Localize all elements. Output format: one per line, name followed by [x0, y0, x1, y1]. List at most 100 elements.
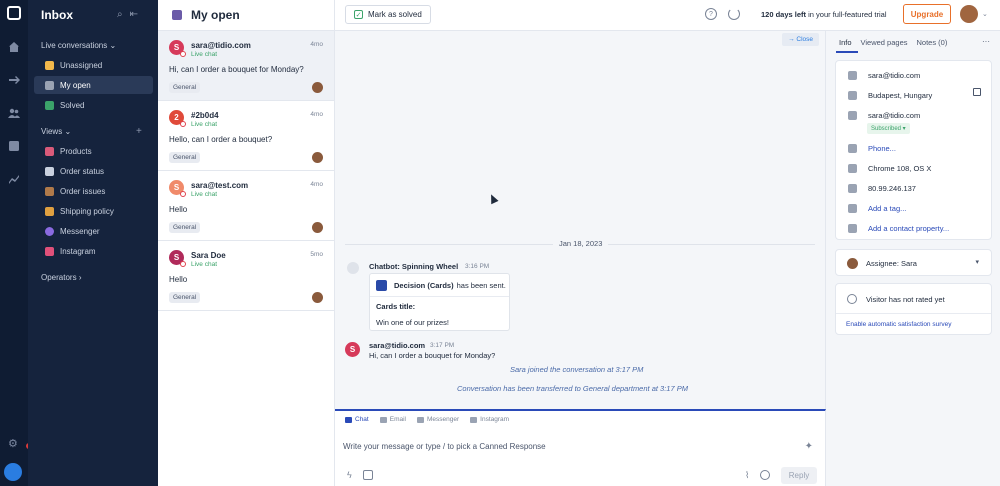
enable-survey-link[interactable]: Enable automatic satisfaction survey — [846, 321, 952, 328]
tab-instagram[interactable]: Instagram — [470, 416, 509, 423]
bot-card-message: Decision (Cards) has been sent. Cards tit… — [369, 273, 510, 331]
sidebar-title: Inbox — [41, 8, 73, 22]
system-message: Sara joined the conversation at 3:17 PM — [510, 365, 644, 374]
check-icon: ✓ — [354, 10, 363, 19]
phone-field[interactable]: Phone... — [848, 144, 896, 153]
emoji-icon[interactable] — [760, 470, 770, 480]
assignee-label: Assignee: Sara — [866, 259, 917, 268]
conversation-name: #2b0d4 — [191, 111, 219, 120]
contact-details-card: sara@tidio.com Budapest, Hungary sara@ti… — [835, 60, 992, 240]
contacts-icon[interactable] — [7, 106, 21, 120]
conversation-name: Sara Doe — [191, 251, 226, 260]
lightning-icon[interactable]: ϟ — [347, 470, 352, 480]
tab-viewed-pages[interactable]: Viewed pages — [861, 38, 908, 47]
avatar: S — [169, 250, 186, 267]
assignee-avatar — [312, 82, 323, 93]
external-link-icon[interactable] — [973, 88, 981, 96]
avatar: S — [169, 180, 186, 197]
sidebar-item-unassigned[interactable]: Unassigned — [34, 56, 153, 74]
user-avatar[interactable] — [960, 5, 978, 23]
add-view-plus-icon[interactable]: + — [136, 126, 142, 137]
conversation-preview: Hi, can I order a bouquet for Monday? — [169, 65, 304, 74]
home-icon[interactable] — [7, 40, 21, 54]
add-contact-property-link[interactable]: Add a contact property... — [848, 224, 949, 233]
flows-icon[interactable] — [7, 73, 21, 87]
sidebar-view-order-status[interactable]: Order status — [34, 162, 153, 180]
phone-icon — [848, 144, 857, 153]
conversation-list-title: My open — [191, 8, 240, 22]
contact-email-row: sara@tidio.com — [848, 71, 920, 80]
conversation-preview: Hello, can I order a bouquet? — [169, 135, 273, 144]
messenger-icon — [45, 226, 54, 236]
avatar: 2 — [169, 110, 186, 127]
truck-icon — [45, 206, 54, 216]
attachment-icon[interactable]: ⌇ — [745, 470, 749, 481]
location-icon — [848, 91, 857, 100]
conversation-name: sara@test.com — [191, 181, 249, 190]
mark-as-solved-button[interactable]: ✓ Mark as solved — [345, 5, 431, 24]
satisfaction-card: Visitor has not rated yet Enable automat… — [835, 283, 992, 335]
sidebar-view-order-issues[interactable]: Order issues — [34, 182, 153, 200]
chevron-down-icon[interactable]: ⌄ — [982, 10, 988, 18]
collapse-sidebar-icon[interactable]: ⇤ — [130, 9, 138, 20]
bot-message-time: 3:16 PM — [465, 263, 490, 270]
package-icon — [45, 186, 54, 196]
avatar: S — [169, 40, 186, 57]
conversation-item[interactable]: 2 #2b0d4 Live chat 4mo Hello, can I orde… — [158, 101, 334, 171]
department-tag: General — [169, 292, 201, 303]
app-logo-icon[interactable] — [7, 6, 21, 20]
tab-chat[interactable]: Chat — [345, 416, 369, 423]
tab-messenger[interactable]: Messenger — [417, 416, 459, 423]
date-label: Jan 18, 2023 — [553, 239, 609, 248]
instagram-icon — [45, 246, 54, 256]
sidebar-view-shipping-policy[interactable]: Shipping policy — [34, 202, 153, 220]
department-tag: General — [169, 82, 201, 93]
analytics-icon[interactable] — [7, 172, 21, 186]
message-input[interactable]: Write your message or type / to pick a C… — [343, 442, 546, 451]
add-tag-link[interactable]: Add a tag... — [848, 204, 906, 213]
chat-icon — [345, 416, 352, 423]
settings-gear-icon[interactable]: ⚙ — [8, 437, 18, 450]
operators-header[interactable]: Operators › — [41, 273, 81, 282]
sidebar-item-solved[interactable]: Solved — [34, 96, 153, 114]
sidebar-item-my-open[interactable]: My open — [34, 76, 153, 94]
live-conversations-header[interactable]: Live conversations ⌄ — [41, 41, 116, 50]
views-header[interactable]: Views ⌄ — [41, 127, 71, 136]
tag-icon — [848, 204, 857, 213]
sidebar-view-instagram[interactable]: Instagram — [34, 242, 153, 260]
trial-notice: 120 days left in your full-featured tria… — [761, 10, 887, 19]
assignee-avatar — [312, 152, 323, 163]
chat-area: → Close Jan 18, 2023 Chatbot: Spinning W… — [335, 31, 826, 409]
bot-icon[interactable] — [363, 470, 373, 480]
upgrade-button[interactable]: Upgrade — [903, 4, 951, 24]
message-author: sara@tidio.com — [369, 341, 426, 350]
target-icon — [848, 184, 857, 193]
tab-notes[interactable]: Notes (0) — [917, 38, 948, 47]
tab-info[interactable]: Info — [839, 38, 852, 47]
mail-icon — [848, 111, 857, 120]
subscribed-badge[interactable]: Subscribed ▾ — [867, 123, 910, 134]
bot-name: Chatbot: Spinning Wheel — [369, 262, 459, 271]
message-time: 3:17 PM — [430, 342, 455, 349]
inbox-icon[interactable] — [7, 139, 21, 153]
assignee-dropdown[interactable]: Assignee: Sara ▾ — [835, 249, 992, 276]
help-icon[interactable]: ? — [705, 8, 717, 20]
messenger-icon — [417, 416, 424, 423]
conversation-item[interactable]: S Sara Doe Live chat 5mo Hello General — [158, 241, 334, 311]
assignee-avatar — [312, 222, 323, 233]
sidebar-view-products[interactable]: Products — [34, 142, 153, 160]
decision-cards-icon — [376, 280, 387, 291]
close-conversation-button[interactable]: → Close — [782, 33, 819, 46]
department-tag: General — [169, 152, 201, 163]
sidebar-view-messenger[interactable]: Messenger — [34, 222, 153, 240]
conversation-item[interactable]: S sara@tidio.com Live chat 4mo Hi, can I… — [158, 31, 334, 101]
chevron-down-icon: ⌄ — [109, 41, 117, 50]
search-icon[interactable]: ⌕ — [117, 9, 123, 20]
more-options-icon[interactable]: ··· — [982, 37, 990, 46]
tidio-logo-icon[interactable] — [4, 463, 22, 481]
tab-email[interactable]: Email — [379, 416, 406, 423]
magic-wand-icon[interactable]: ✦ — [805, 441, 813, 452]
mouse-cursor-icon — [487, 192, 499, 205]
reply-button[interactable]: Reply — [781, 467, 817, 484]
conversation-item[interactable]: S sara@test.com Live chat 4mo Hello Gene… — [158, 171, 334, 241]
